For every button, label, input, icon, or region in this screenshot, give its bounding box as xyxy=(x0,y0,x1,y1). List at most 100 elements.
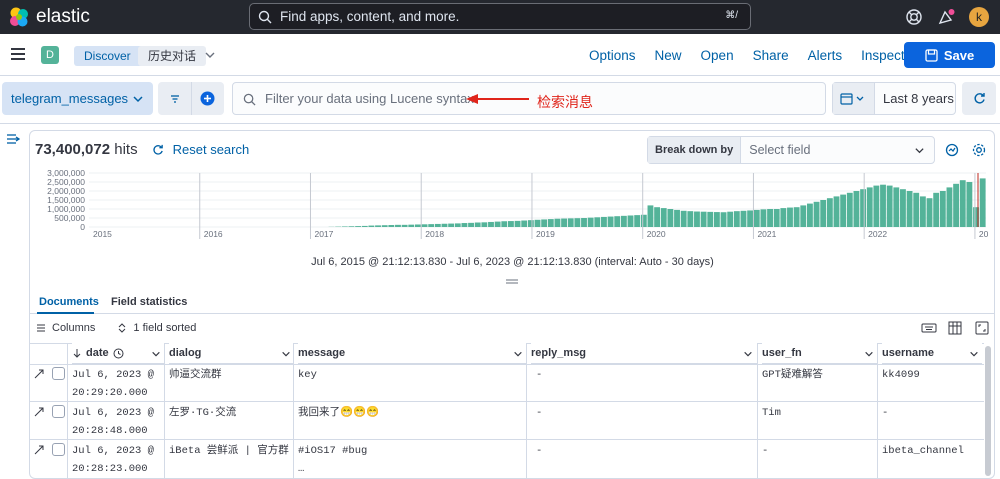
histogram-bar[interactable] xyxy=(667,209,674,227)
histogram-bar[interactable] xyxy=(508,221,514,227)
histogram-bar[interactable] xyxy=(979,178,986,227)
column-header-username[interactable]: username xyxy=(882,343,982,364)
histogram-bar[interactable] xyxy=(747,210,754,227)
share-link[interactable]: Share xyxy=(753,48,789,63)
histogram-bar[interactable] xyxy=(348,226,355,227)
histogram-bar[interactable] xyxy=(454,223,461,227)
histogram-bar[interactable] xyxy=(713,212,720,227)
histogram-bar[interactable] xyxy=(381,225,388,227)
tab-documents[interactable]: Documents xyxy=(39,296,99,308)
expand-row-icon[interactable] xyxy=(34,369,44,379)
column-header-user-fn[interactable]: user_fn xyxy=(762,343,877,364)
inspect-link[interactable]: Inspect xyxy=(861,48,905,63)
help-icon[interactable] xyxy=(905,8,923,26)
histogram-bar[interactable] xyxy=(355,226,362,227)
histogram-bar[interactable] xyxy=(448,223,455,227)
date-picker[interactable]: Last 8 years xyxy=(832,82,956,115)
histogram-bar[interactable] xyxy=(900,189,906,227)
user-avatar[interactable]: k xyxy=(969,7,989,27)
column-header-date[interactable]: date xyxy=(72,343,164,364)
global-search-input[interactable]: Find apps, content, and more. ⌘/ xyxy=(249,3,751,30)
histogram-bar[interactable] xyxy=(707,211,714,227)
histogram-bar[interactable] xyxy=(826,198,833,227)
histogram-bar[interactable] xyxy=(813,201,820,227)
alerts-link[interactable]: Alerts xyxy=(808,48,843,63)
fullscreen-icon[interactable] xyxy=(975,321,989,335)
histogram-bar[interactable] xyxy=(853,191,860,227)
data-view-picker[interactable]: telegram_messages xyxy=(2,82,153,115)
histogram-bar[interactable] xyxy=(873,185,880,227)
chevron-down-icon[interactable] xyxy=(864,349,874,359)
histogram-bar[interactable] xyxy=(913,192,920,227)
histogram-bar[interactable] xyxy=(694,211,700,227)
histogram-bar[interactable] xyxy=(421,224,428,227)
quick-select-button[interactable] xyxy=(833,83,875,114)
histogram-chart[interactable]: 3,000,0002,500,0002,000,0001,500,0001,00… xyxy=(36,170,988,242)
histogram-bar[interactable] xyxy=(833,196,840,227)
histogram-bar[interactable] xyxy=(561,218,567,227)
histogram-bar[interactable] xyxy=(594,217,601,227)
histogram-bar[interactable] xyxy=(966,182,973,227)
tab-field-statistics[interactable]: Field statistics xyxy=(111,296,187,308)
histogram-bar[interactable] xyxy=(680,210,687,227)
histogram-bar[interactable] xyxy=(640,214,647,227)
histogram-bar[interactable] xyxy=(461,223,468,227)
histogram-bar[interactable] xyxy=(634,215,641,227)
histogram-bar[interactable] xyxy=(919,196,926,227)
histogram-bar[interactable] xyxy=(414,224,421,227)
chart-options-icon[interactable] xyxy=(944,142,960,158)
gear-icon[interactable] xyxy=(971,142,987,158)
histogram-bar[interactable] xyxy=(620,215,627,227)
chevron-down-icon[interactable] xyxy=(204,49,216,61)
histogram-bar[interactable] xyxy=(733,211,740,227)
breakdown-field-select[interactable]: Break down by Select field xyxy=(647,136,935,164)
histogram-bar[interactable] xyxy=(368,225,375,227)
histogram-bar[interactable] xyxy=(395,224,401,227)
histogram-bar[interactable] xyxy=(727,211,734,227)
options-link[interactable]: Options xyxy=(589,48,636,63)
resize-handle[interactable] xyxy=(506,279,518,285)
histogram-bar[interactable] xyxy=(514,220,521,227)
histogram-bar[interactable] xyxy=(574,218,581,227)
histogram-bar[interactable] xyxy=(654,207,661,227)
histogram-bar[interactable] xyxy=(375,225,381,227)
histogram-bar[interactable] xyxy=(946,187,953,227)
histogram-bar[interactable] xyxy=(587,217,594,227)
chevron-down-icon[interactable] xyxy=(281,349,291,359)
histogram-bar[interactable] xyxy=(481,222,488,227)
elastic-logo[interactable]: elastic xyxy=(8,6,90,28)
histogram-bar[interactable] xyxy=(601,216,607,227)
histogram-bar[interactable] xyxy=(527,220,534,227)
space-badge[interactable]: D xyxy=(41,46,59,64)
histogram-bar[interactable] xyxy=(627,215,634,227)
histogram-bar[interactable] xyxy=(893,187,900,227)
chevron-down-icon[interactable] xyxy=(513,349,523,359)
histogram-bar[interactable] xyxy=(547,219,554,227)
histogram-bar[interactable] xyxy=(740,210,747,227)
menu-toggle-button[interactable] xyxy=(11,48,25,60)
column-header-message[interactable]: message xyxy=(298,343,526,364)
filter-options-icon[interactable] xyxy=(169,93,181,105)
histogram-bar[interactable] xyxy=(787,207,793,227)
histogram-bar[interactable] xyxy=(488,221,494,227)
histogram-bar[interactable] xyxy=(807,203,813,227)
row-select-checkbox[interactable] xyxy=(52,405,65,418)
density-icon[interactable] xyxy=(948,321,962,335)
histogram-bar[interactable] xyxy=(793,207,800,227)
histogram-bar[interactable] xyxy=(700,211,707,227)
histogram-bar[interactable] xyxy=(541,219,548,227)
histogram-bar[interactable] xyxy=(760,209,767,227)
show-sidebar-icon[interactable] xyxy=(6,133,20,145)
histogram-bar[interactable] xyxy=(674,209,680,227)
histogram-bar[interactable] xyxy=(840,194,847,227)
save-button[interactable]: Save xyxy=(904,42,995,68)
histogram-bar[interactable] xyxy=(773,209,780,227)
histogram-bar[interactable] xyxy=(660,208,667,227)
histogram-bar[interactable] xyxy=(926,198,933,227)
histogram-bar[interactable] xyxy=(607,216,614,227)
expand-row-icon[interactable] xyxy=(34,407,44,417)
expand-row-icon[interactable] xyxy=(34,445,44,455)
grid-scrollbar[interactable] xyxy=(985,346,991,476)
histogram-bar[interactable] xyxy=(501,221,508,227)
keyboard-shortcuts-icon[interactable] xyxy=(921,322,937,334)
